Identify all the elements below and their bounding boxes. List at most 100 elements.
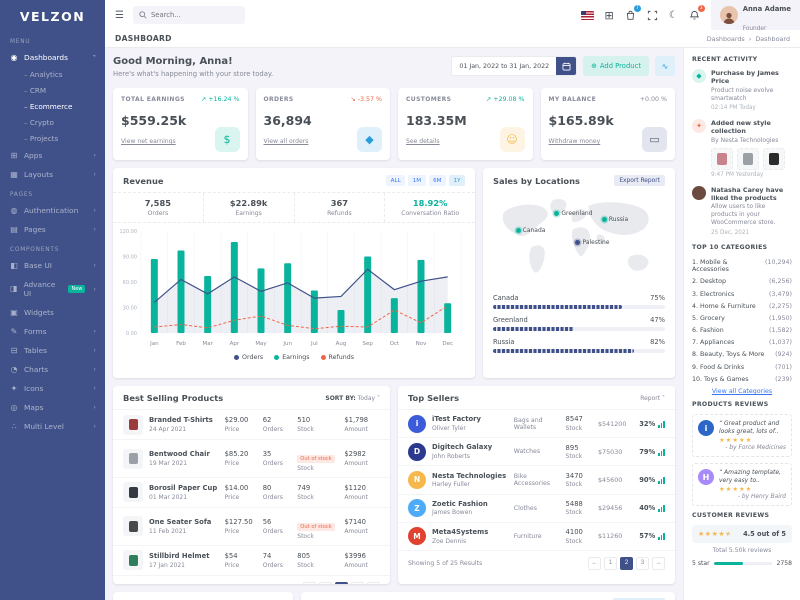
review-card[interactable]: H “ Amazing template, very easy to.. ★★★… [692, 463, 792, 506]
sidebar-subitem[interactable]: Crypto [0, 114, 105, 130]
sidebar-item[interactable]: ✎ Forms › [0, 322, 105, 341]
table-row[interactable]: D Digitech Galaxy John Roberts Watches 8… [398, 437, 675, 465]
category-row[interactable]: 1. Mobile & Accessories (10,294) [692, 257, 792, 276]
stat-link[interactable]: View all orders [264, 138, 309, 145]
search-input[interactable] [151, 11, 239, 19]
category-row[interactable]: 5. Grocery (1,950) [692, 312, 792, 324]
range-button[interactable]: 1Y [449, 175, 465, 186]
table-row[interactable]: M Meta4Systems Zoe Dennis Furniture 4100… [398, 522, 675, 550]
user-profile-menu[interactable]: Anna Adame Founder [711, 0, 800, 30]
range-button[interactable]: 1M [408, 175, 425, 186]
map-marker[interactable]: Greenland [554, 210, 592, 217]
date-range-picker[interactable]: 01 Jan, 2022 to 31 Jan, 2022 [451, 56, 577, 76]
legend-item[interactable]: Earnings [274, 354, 309, 361]
dark-mode-toggle[interactable]: ☾ [669, 10, 678, 21]
stat-value: $165.89k [549, 113, 668, 128]
table-row[interactable]: Bentwood Chair 19 Mar 2021 $85.20 Price … [113, 439, 390, 477]
category-row[interactable]: 9. Food & Drinks (701) [692, 361, 792, 373]
sidebar-item[interactable]: ▤ Pages › [0, 220, 105, 239]
brand-logo[interactable]: VELZON [0, 0, 105, 31]
sidebar-item[interactable]: ◔ Charts › [0, 360, 105, 379]
sidebar-item-label: Authentication [24, 206, 78, 215]
map-marker[interactable]: Palestine [575, 239, 609, 246]
sidebar-item[interactable]: ◎ Maps › [0, 398, 105, 417]
bottom-row: Store Visits by Source [113, 592, 675, 600]
hamburger-icon[interactable]: ☰ [115, 10, 124, 21]
apps-grid-icon[interactable]: ⊞ [605, 10, 614, 21]
sidebar-subitem[interactable]: Analytics [0, 67, 105, 83]
map-marker[interactable]: Canada [516, 227, 546, 234]
category-row[interactable]: 8. Beauty, Toys & More (924) [692, 349, 792, 361]
stat-link[interactable]: See details [406, 138, 440, 145]
activity-item[interactable]: ◆ Purchase by James Price Product noise … [692, 69, 792, 111]
sidebar-subitem[interactable]: Projects [0, 130, 105, 146]
product-orders: 80 [263, 484, 292, 492]
sidebar-item[interactable]: ⊞ Apps › [0, 146, 105, 165]
sidebar-item[interactable]: ▦ Layouts › [0, 165, 105, 184]
search-box[interactable] [133, 6, 245, 24]
legend-item[interactable]: Orders [234, 354, 263, 361]
table-row[interactable]: Z Zoetic Fashion James Bowen Clothes 548… [398, 494, 675, 522]
calendar-button[interactable] [556, 57, 576, 75]
report-dropdown[interactable]: Report ˅ [640, 395, 665, 402]
category-row[interactable]: 2. Desktop (6,256) [692, 276, 792, 288]
category-row[interactable]: 6. Fashion (1,582) [692, 324, 792, 336]
world-map[interactable]: Greenland Canada Russia Palestine [491, 192, 667, 290]
range-button[interactable]: 6M [429, 175, 446, 186]
sidebar-item[interactable]: ◉ Dashboards ˅ [0, 48, 105, 67]
activity-item[interactable]: Natasha Carey have liked the products Al… [692, 186, 792, 236]
sidebar-item[interactable]: ◨ Advance UI New › [0, 275, 105, 303]
page-button[interactable]: 3 [351, 582, 364, 584]
add-product-button[interactable]: ⊕ Add Product [583, 56, 649, 76]
table-row[interactable]: Borosil Paper Cup 01 Mar 2021 $14.00 Pri… [113, 477, 390, 507]
category-row[interactable]: 7. Appliances (1,037) [692, 337, 792, 349]
activity-item[interactable]: ✦ Added new style collection By Nesta Te… [692, 119, 792, 178]
page-button[interactable]: 3 [636, 557, 649, 570]
sidebar-item[interactable]: ▣ Widgets [0, 303, 105, 322]
activity-pulse-button[interactable]: ∿ [655, 56, 675, 76]
page-button[interactable]: 1 [319, 582, 332, 584]
seller-percent: 90% [639, 476, 665, 484]
table-row[interactable]: N Nesta Technologies Harley Fuller Bike … [398, 465, 675, 493]
stat-link[interactable]: Withdraw money [549, 138, 601, 145]
page-button[interactable]: ← [588, 557, 601, 570]
page-button[interactable]: → [652, 557, 665, 570]
range-button[interactable]: ALL [386, 175, 405, 186]
sidebar-item[interactable]: ◍ Authentication › [0, 201, 105, 220]
sidebar-item[interactable]: ◧ Base UI › [0, 256, 105, 275]
sidebar-item[interactable]: ∴ Multi Level › [0, 417, 105, 436]
sidebar-item[interactable]: ⊟ Tables › [0, 341, 105, 360]
sidebar-item[interactable]: ✦ Icons › [0, 379, 105, 398]
category-row[interactable]: 4. Home & Furniture (2,275) [692, 300, 792, 312]
map-marker[interactable]: Russia [602, 216, 628, 223]
category-row[interactable]: 3. Electronics (3,479) [692, 288, 792, 300]
legend-item[interactable]: Refunds [321, 354, 354, 361]
fullscreen-button[interactable] [647, 10, 658, 21]
category-row[interactable]: 10. Toys & Games (239) [692, 373, 792, 385]
sidebar-subitem[interactable]: CRM [0, 83, 105, 99]
language-flag[interactable] [581, 11, 594, 20]
cart-button[interactable]: 7 [625, 10, 636, 21]
sort-by-dropdown[interactable]: SORT BY: Today ˅ [325, 395, 380, 402]
product-orders: 35 [263, 450, 292, 458]
notifications-button[interactable]: 3 [689, 10, 700, 21]
breadcrumb-root[interactable]: Dashboards [707, 35, 745, 43]
page-button[interactable]: 2 [620, 557, 633, 570]
product-price: $85.20 [225, 450, 257, 458]
sidebar-subitem[interactable]: Ecommerce [0, 99, 105, 115]
page-button[interactable]: ← [303, 582, 316, 584]
revenue-chart[interactable]: 0.0030.0060.0090.00120.00JanFebMarAprMay… [117, 225, 467, 353]
table-row[interactable]: One Seater Sofa 11 Feb 2021 $127.50 Pric… [113, 507, 390, 545]
view-all-categories-link[interactable]: View all Categories [692, 388, 792, 395]
table-row[interactable]: Branded T-Shirts 24 Apr 2021 $29.00 Pric… [113, 409, 390, 439]
stat-link[interactable]: View net earnings [121, 138, 176, 145]
chevron-icon: › [93, 151, 96, 159]
page-button[interactable]: 1 [604, 557, 617, 570]
page-button[interactable]: 2 [335, 582, 348, 584]
category-count: (3,479) [769, 291, 792, 298]
export-report-button[interactable]: Export Report [614, 175, 665, 186]
table-row[interactable]: Stillbird Helmet 17 Jan 2021 $54 Price 7… [113, 545, 390, 575]
review-card[interactable]: i “ Great product and looks great, lots … [692, 414, 792, 457]
page-button[interactable]: → [367, 582, 380, 584]
table-row[interactable]: i iTest Factory Oliver Tyler Bags and Wa… [398, 409, 675, 437]
